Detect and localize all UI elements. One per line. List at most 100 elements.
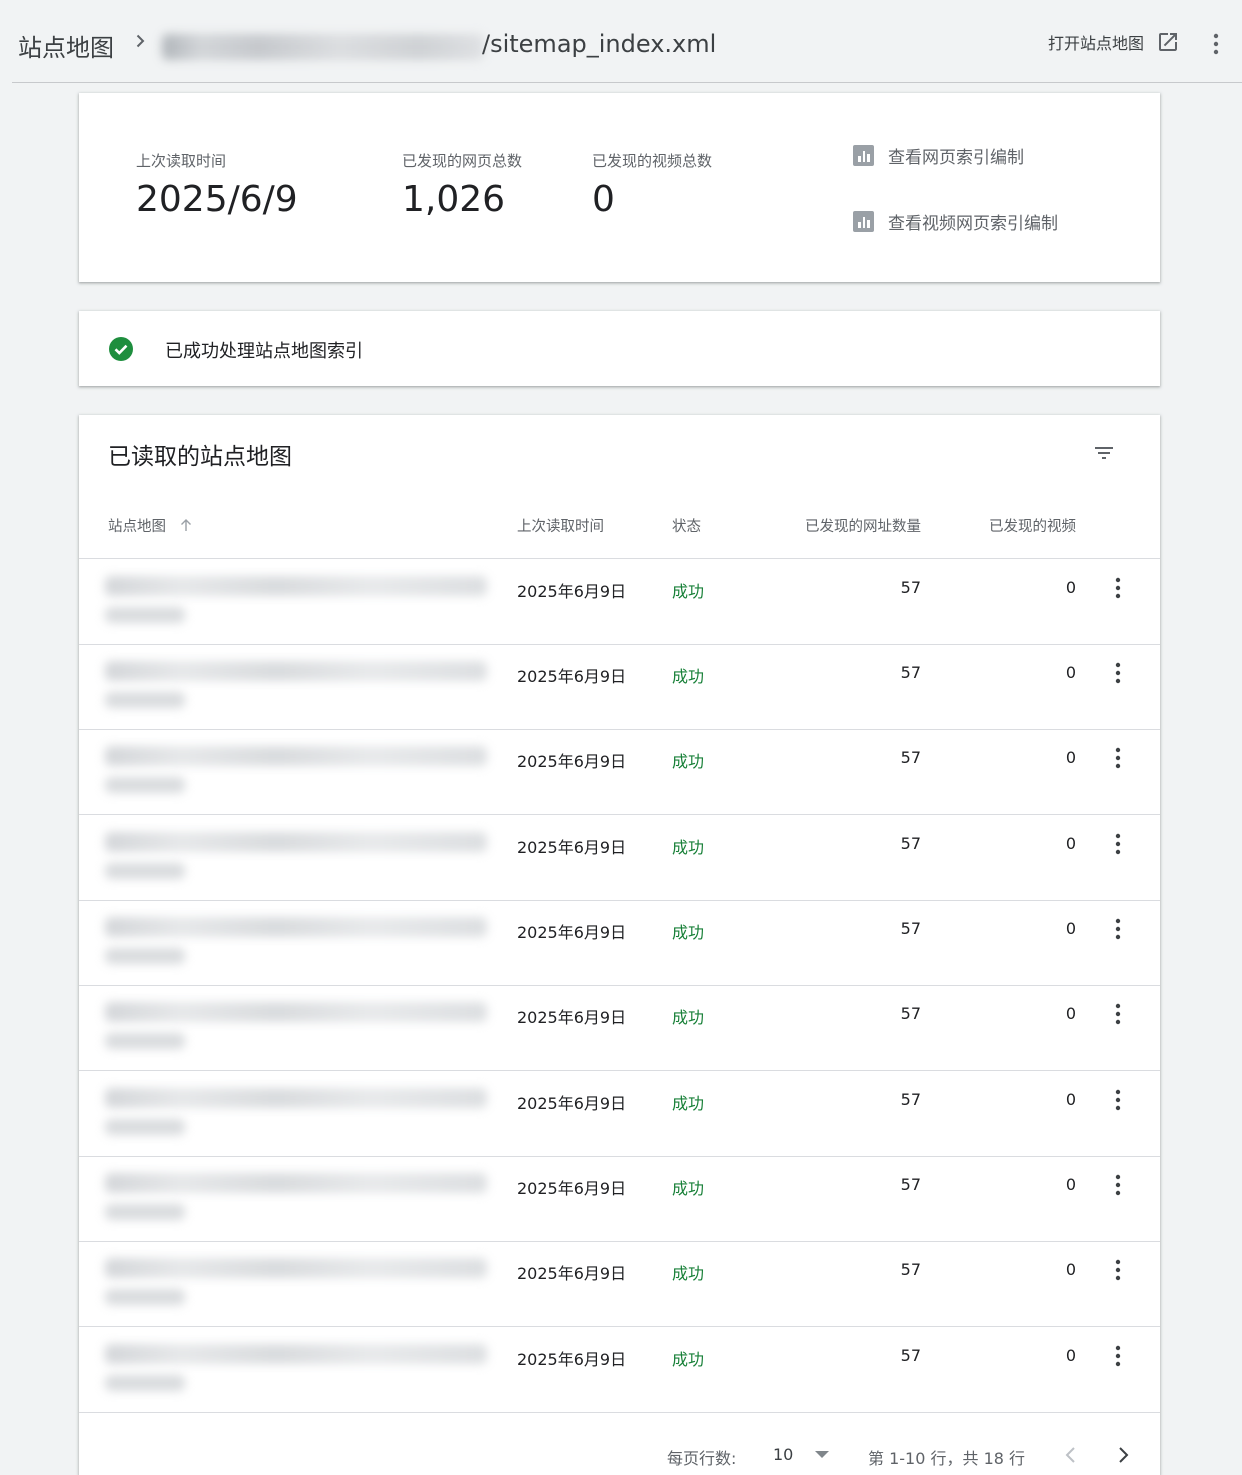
cell-url-count: 57 <box>900 1175 921 1194</box>
metric-label: 上次读取时间 <box>136 152 227 170</box>
table-row[interactable]: 2025年6月9日 成功 57 0 <box>79 729 1160 815</box>
column-header-label: 站点地图 <box>108 519 166 535</box>
arrow-up-icon[interactable] <box>179 518 193 532</box>
cell-status: 成功 <box>672 1094 705 1113</box>
table-title: 已读取的站点地图 <box>108 444 292 470</box>
column-header-urls[interactable]: 已发现的网址数量 <box>805 515 921 536</box>
more-vert-icon[interactable] <box>1107 916 1129 942</box>
cell-last-read: 2025年6月9日 <box>517 1094 627 1113</box>
cell-video-count: 0 <box>1065 919 1076 938</box>
view-page-indexing-link[interactable]: 查看网页索引编制 <box>853 143 1024 168</box>
column-header-status[interactable]: 状态 <box>672 515 701 536</box>
sitemap-url-cell[interactable] <box>79 1241 491 1326</box>
more-vert-icon[interactable] <box>1107 1257 1129 1283</box>
table-row[interactable]: 2025年6月9日 成功 57 0 <box>79 900 1160 986</box>
arrow-drop-down-icon <box>815 1450 830 1458</box>
cell-status: 成功 <box>672 1179 705 1198</box>
chevron-left-icon[interactable] <box>1059 1443 1083 1467</box>
sitemap-url-cell[interactable] <box>79 1327 491 1412</box>
cell-last-read: 2025年6月9日 <box>517 667 627 686</box>
table-row[interactable]: 2025年6月9日 成功 57 0 <box>79 815 1160 901</box>
more-vert-icon[interactable] <box>1204 30 1228 58</box>
rows-per-page-label: 每页行数: <box>667 1449 737 1468</box>
cell-video-count: 0 <box>1065 834 1076 853</box>
redacted-site-url <box>162 34 484 60</box>
more-vert-icon[interactable] <box>1107 1001 1129 1027</box>
cell-last-read: 2025年6月9日 <box>517 838 627 857</box>
column-header-videos[interactable]: 已发现的视频 <box>989 515 1076 536</box>
more-vert-icon[interactable] <box>1107 831 1129 857</box>
metric-label: 已发现的网页总数 <box>402 152 523 170</box>
cell-status: 成功 <box>672 923 705 942</box>
bar-chart-icon <box>853 145 874 166</box>
table-row[interactable]: 2025年6月9日 成功 57 0 <box>79 1071 1160 1157</box>
cell-video-count: 0 <box>1065 1090 1076 1109</box>
cell-url-count: 57 <box>900 578 921 597</box>
more-vert-icon[interactable] <box>1107 575 1129 601</box>
more-vert-icon[interactable] <box>1107 1172 1129 1198</box>
cell-url-count: 57 <box>900 834 921 853</box>
cell-video-count: 0 <box>1065 663 1076 682</box>
sitemap-url-cell[interactable] <box>79 644 491 729</box>
status-message: 已成功处理站点地图索引 <box>165 341 363 362</box>
metric-value: 2025/6/9 <box>136 179 298 220</box>
pagination-range: 第 1-10 行，共 18 行 <box>868 1449 1026 1468</box>
table-row[interactable]: 2025年6月9日 成功 57 0 <box>79 1156 1160 1242</box>
cell-url-count: 57 <box>900 1260 921 1279</box>
sitemap-url-cell[interactable] <box>79 729 491 814</box>
table-row[interactable]: 2025年6月9日 成功 57 0 <box>79 985 1160 1071</box>
more-vert-icon[interactable] <box>1107 1343 1129 1369</box>
cell-last-read: 2025年6月9日 <box>517 1008 627 1027</box>
top-bar: 站点地图 /sitemap_index.xml 打开站点地图 <box>12 0 1242 83</box>
cell-url-count: 57 <box>900 1346 921 1365</box>
more-vert-icon[interactable] <box>1107 660 1129 686</box>
column-header-sitemap[interactable]: 站点地图 <box>108 515 193 536</box>
cell-video-count: 0 <box>1065 1175 1076 1194</box>
cell-video-count: 0 <box>1065 1260 1076 1279</box>
table-row[interactable]: 2025年6月9日 成功 57 0 <box>79 559 1160 645</box>
sitemap-url-cell[interactable] <box>79 1156 491 1241</box>
filter-list-icon[interactable] <box>1092 441 1116 465</box>
cell-url-count: 57 <box>900 748 921 767</box>
breadcrumb-current-path: /sitemap_index.xml <box>482 30 717 58</box>
sitemap-url-cell[interactable] <box>79 815 491 900</box>
cell-last-read: 2025年6月9日 <box>517 1264 627 1283</box>
cell-last-read: 2025年6月9日 <box>517 1179 627 1198</box>
cell-url-count: 57 <box>900 1090 921 1109</box>
table-row[interactable]: 2025年6月9日 成功 57 0 <box>79 1241 1160 1327</box>
sitemap-url-cell[interactable] <box>79 1071 491 1156</box>
more-vert-icon[interactable] <box>1107 1087 1129 1113</box>
status-card: 已成功处理站点地图索引 <box>79 311 1160 386</box>
more-vert-icon[interactable] <box>1107 745 1129 771</box>
table-row[interactable]: 2025年6月9日 成功 57 0 <box>79 1327 1160 1413</box>
open-in-new-icon <box>1159 33 1177 51</box>
open-sitemap-button[interactable]: 打开站点地图 <box>1048 30 1180 54</box>
metric-label: 已发现的视频总数 <box>592 152 713 170</box>
bar-chart-icon <box>853 211 874 232</box>
column-header-last-read[interactable]: 上次读取时间 <box>517 515 604 536</box>
cell-last-read: 2025年6月9日 <box>517 1350 627 1369</box>
chevron-right-icon[interactable] <box>1111 1443 1135 1467</box>
cell-video-count: 0 <box>1065 748 1076 767</box>
sitemap-url-cell[interactable] <box>79 900 491 985</box>
cell-status: 成功 <box>672 1350 705 1369</box>
cell-status: 成功 <box>672 1008 705 1027</box>
sitemap-url-cell[interactable] <box>79 985 491 1070</box>
view-video-indexing-label: 查看视频网页索引编制 <box>888 214 1058 234</box>
cell-url-count: 57 <box>900 1004 921 1023</box>
metric-last-read: 上次读取时间 2025/6/9 <box>136 150 298 220</box>
rows-per-page-select[interactable]: 10 <box>773 1445 830 1464</box>
cell-status: 成功 <box>672 838 705 857</box>
view-video-indexing-link[interactable]: 查看视频网页索引编制 <box>853 209 1058 234</box>
cell-last-read: 2025年6月9日 <box>517 752 627 771</box>
table-row[interactable]: 2025年6月9日 成功 57 0 <box>79 644 1160 730</box>
breadcrumb-root[interactable]: 站点地图 <box>18 28 114 63</box>
metric-value: 1,026 <box>402 179 506 220</box>
sitemap-url-cell[interactable] <box>79 559 491 644</box>
metric-pages: 已发现的网页总数 1,026 <box>402 150 522 220</box>
sitemaps-table-card: 已读取的站点地图 站点地图 上次读取时间 状态 已发现的网址数量 已发现的视频 … <box>79 415 1160 1475</box>
cell-video-count: 0 <box>1065 1004 1076 1023</box>
cell-status: 成功 <box>672 752 705 771</box>
chevron-right-icon <box>136 34 145 48</box>
metric-videos: 已发现的视频总数 0 <box>592 150 712 220</box>
